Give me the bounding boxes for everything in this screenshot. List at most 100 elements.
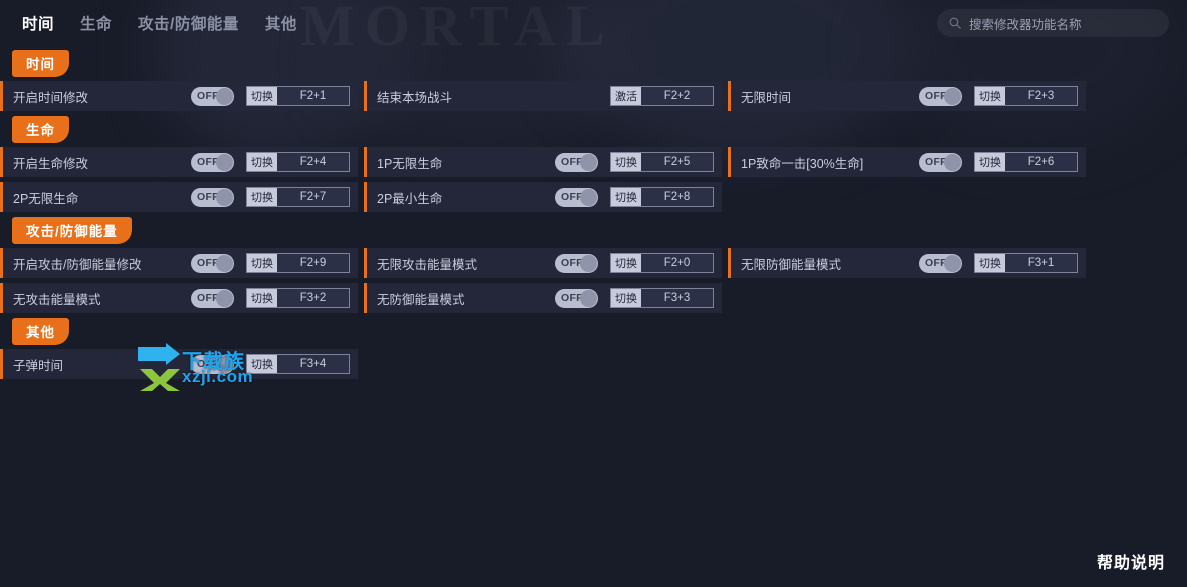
hotkey-action-label: 切换 [975, 254, 1005, 272]
cheat-item[interactable]: 无攻击能量模式 OFF 切换 F3+2 [0, 283, 358, 313]
hotkey-key-label[interactable]: F2+2 [641, 87, 713, 105]
cheat-cell-empty [728, 182, 1086, 212]
hotkey-box[interactable]: 切换 F3+2 [246, 288, 350, 308]
cheat-toggle[interactable]: OFF [919, 86, 962, 106]
hotkey-key-label[interactable]: F3+3 [641, 289, 713, 307]
search-placeholder: 搜索修改器功能名称 [969, 17, 1082, 32]
hotkey-box[interactable]: 切换 F2+4 [246, 152, 350, 172]
cheat-item[interactable]: 1P无限生命 OFF 切换 F2+5 [364, 147, 722, 177]
hotkey-key-label[interactable]: F3+1 [1005, 254, 1077, 272]
tab-1[interactable]: 生命 [80, 12, 112, 34]
hotkey-key-label[interactable]: F3+4 [277, 355, 349, 373]
hotkey-action-label: 切换 [247, 355, 277, 373]
cheat-item[interactable]: 无限时间 OFF 切换 F2+3 [728, 81, 1086, 111]
hotkey-box[interactable]: 切换 F3+1 [974, 253, 1078, 273]
cheat-toggle[interactable]: OFF [191, 86, 234, 106]
cheat-label: 无限时间 [741, 90, 792, 105]
hotkey-box[interactable]: 切换 F2+3 [974, 86, 1078, 106]
hotkey-key-label[interactable]: F2+6 [1005, 153, 1077, 171]
header-bar: 时间 生命 攻击/防御能量 其他 搜索修改器功能名称 [0, 0, 1187, 46]
cheat-toggle[interactable]: OFF [555, 288, 598, 308]
hotkey-box[interactable]: 切换 F2+8 [610, 187, 714, 207]
hotkey-key-label[interactable]: F3+2 [277, 289, 349, 307]
toggle-knob [580, 153, 597, 171]
hotkey-key-label[interactable]: F2+1 [277, 87, 349, 105]
cheat-label: 结束本场战斗 [377, 90, 453, 105]
cheat-toggle[interactable]: OFF [555, 152, 598, 172]
cheat-controls: 激活 F2+2 [610, 86, 722, 106]
cheat-toggle[interactable]: OFF [919, 152, 962, 172]
hotkey-key-label[interactable]: F2+8 [641, 188, 713, 206]
hotkey-box[interactable]: 激活 F2+2 [610, 86, 714, 106]
hotkey-box[interactable]: 切换 F2+1 [246, 86, 350, 106]
cheat-label: 无限攻击能量模式 [377, 257, 478, 272]
cheat-label: 开启攻击/防御能量修改 [13, 257, 142, 272]
hotkey-box[interactable]: 切换 F3+3 [610, 288, 714, 308]
cheat-label: 开启生命修改 [13, 156, 89, 171]
cheat-controls: OFF 切换 F2+5 [555, 152, 722, 172]
hotkey-key-label[interactable]: F2+5 [641, 153, 713, 171]
cheat-section: 生命 开启生命修改 OFF 切换 F2+4 1P无限生命 OFF 切换 F2+5 1P致命一击[3… [0, 116, 1187, 212]
cheat-item[interactable]: 2P无限生命 OFF 切换 F2+7 [0, 182, 358, 212]
cheat-item[interactable]: 无限防御能量模式 OFF 切换 F3+1 [728, 248, 1086, 278]
cheat-row-line: 无攻击能量模式 OFF 切换 F3+2 无防御能量模式 OFF 切换 F3+3 [0, 283, 1187, 313]
hotkey-action-label: 切换 [247, 254, 277, 272]
hotkey-key-label[interactable]: F2+0 [641, 254, 713, 272]
tab-0[interactable]: 时间 [22, 12, 54, 34]
hotkey-box[interactable]: 切换 F2+7 [246, 187, 350, 207]
hotkey-action-label: 切换 [611, 153, 641, 171]
cheat-cell-empty [364, 349, 722, 379]
cheat-controls: OFF 切换 F2+0 [555, 253, 722, 273]
help-button[interactable]: 帮助说明 [1097, 549, 1165, 573]
hotkey-key-label[interactable]: F2+7 [277, 188, 349, 206]
cheat-toggle[interactable]: OFF [191, 253, 234, 273]
search-input[interactable]: 搜索修改器功能名称 [937, 9, 1169, 37]
cheat-toggle[interactable]: OFF [191, 288, 234, 308]
cheat-item[interactable]: 开启生命修改 OFF 切换 F2+4 [0, 147, 358, 177]
toggle-knob [580, 188, 597, 206]
hotkey-box[interactable]: 切换 F2+0 [610, 253, 714, 273]
toggle-knob [216, 289, 233, 307]
cheat-section: 时间 开启时间修改 OFF 切换 F2+1 结束本场战斗 激活 F2+2 无限时间 OFF 切换 F2… [0, 50, 1187, 111]
cheat-cell-empty [728, 283, 1086, 313]
cheat-item[interactable]: 无防御能量模式 OFF 切换 F3+3 [364, 283, 722, 313]
cheat-toggle[interactable]: OFF [191, 354, 234, 374]
hotkey-box[interactable]: 切换 F2+9 [246, 253, 350, 273]
cheat-item[interactable]: 1P致命一击[30%生命] OFF 切换 F2+6 [728, 147, 1086, 177]
toggle-knob [944, 153, 961, 171]
toggle-knob [216, 254, 233, 272]
hotkey-key-label[interactable]: F2+3 [1005, 87, 1077, 105]
cheat-controls: OFF 切换 F2+1 [191, 86, 358, 106]
cheat-label: 子弹时间 [13, 358, 64, 373]
toggle-knob [216, 188, 233, 206]
hotkey-key-label[interactable]: F2+9 [277, 254, 349, 272]
tab-3[interactable]: 其他 [265, 12, 297, 34]
hotkey-box[interactable]: 切换 F3+4 [246, 354, 350, 374]
cheat-item[interactable]: 子弹时间 OFF 切换 F3+4 [0, 349, 358, 379]
cheat-label: 无防御能量模式 [377, 292, 465, 307]
cheat-row-line: 开启攻击/防御能量修改 OFF 切换 F2+9 无限攻击能量模式 OFF 切换 F2+0 无限防… [0, 248, 1187, 278]
cheat-item[interactable]: 开启时间修改 OFF 切换 F2+1 [0, 81, 358, 111]
cheat-item[interactable]: 开启攻击/防御能量修改 OFF 切换 F2+9 [0, 248, 358, 278]
cheat-toggle[interactable]: OFF [191, 152, 234, 172]
cheat-controls: OFF 切换 F2+8 [555, 187, 722, 207]
section-rows: 开启生命修改 OFF 切换 F2+4 1P无限生命 OFF 切换 F2+5 1P致命一击[30%… [0, 147, 1187, 212]
cheat-toggle[interactable]: OFF [919, 253, 962, 273]
hotkey-key-label[interactable]: F2+4 [277, 153, 349, 171]
hotkey-box[interactable]: 切换 F2+5 [610, 152, 714, 172]
cheat-toggle[interactable]: OFF [555, 253, 598, 273]
cheat-item[interactable]: 无限攻击能量模式 OFF 切换 F2+0 [364, 248, 722, 278]
cheat-label: 1P无限生命 [377, 156, 443, 171]
hotkey-box[interactable]: 切换 F2+6 [974, 152, 1078, 172]
cheat-label: 2P无限生命 [13, 191, 79, 206]
tab-2[interactable]: 攻击/防御能量 [138, 12, 239, 34]
section-badge: 时间 [12, 50, 69, 77]
cheat-item[interactable]: 2P最小生命 OFF 切换 F2+8 [364, 182, 722, 212]
search-container: 搜索修改器功能名称 [937, 9, 1169, 37]
cheat-controls: OFF 切换 F3+1 [919, 253, 1086, 273]
cheat-item[interactable]: 结束本场战斗 激活 F2+2 [364, 81, 722, 111]
cheat-toggle[interactable]: OFF [191, 187, 234, 207]
cheat-toggle[interactable]: OFF [555, 187, 598, 207]
tab-bar: 时间 生命 攻击/防御能量 其他 [22, 12, 297, 34]
section-badge: 生命 [12, 116, 69, 143]
